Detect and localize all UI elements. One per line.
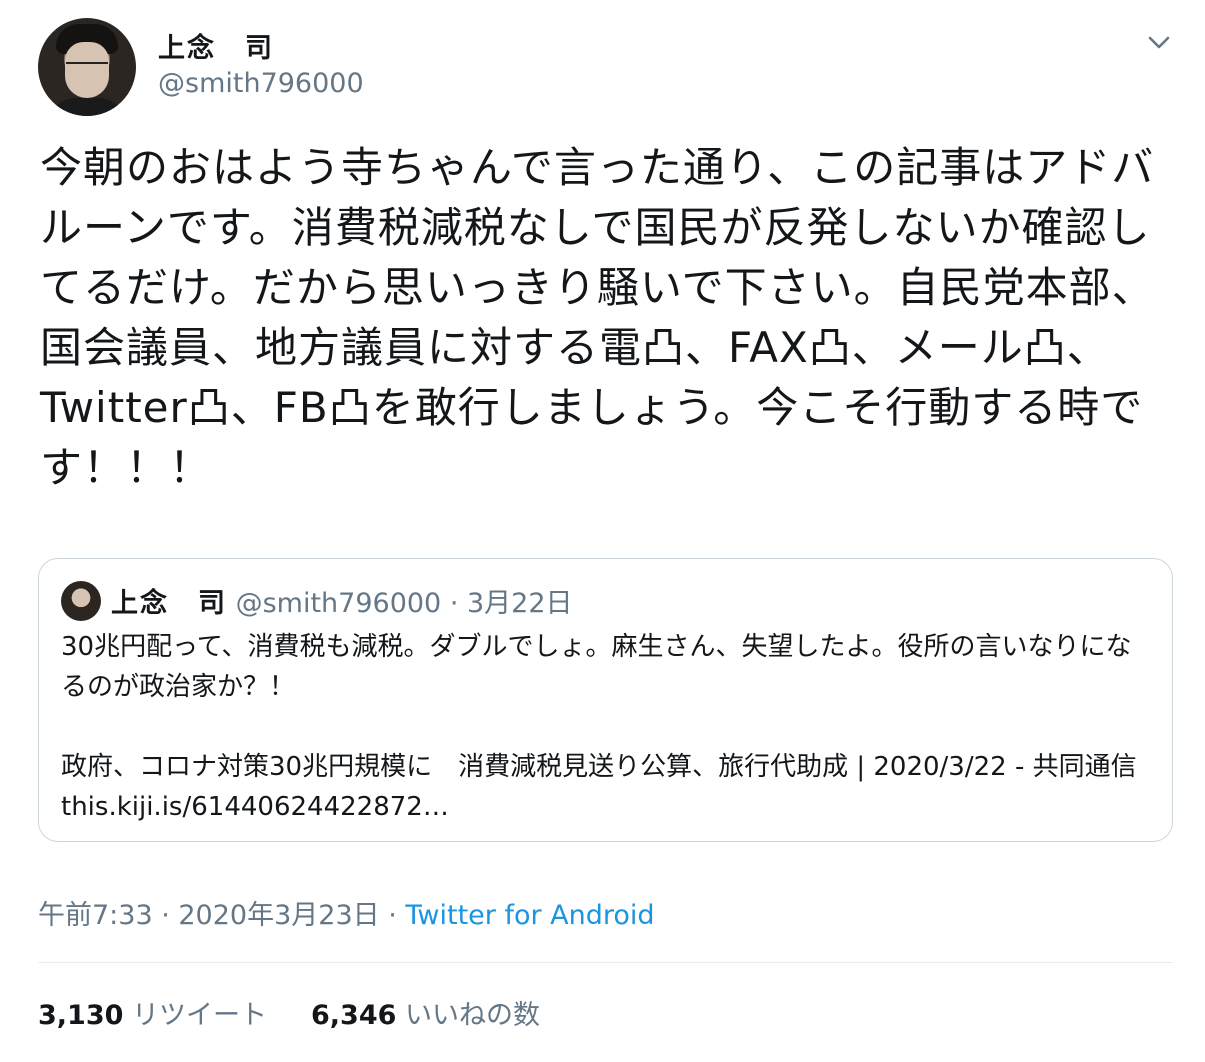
tweet-card: 上念 司 @smith796000 今朝のおはよう寺ちゃんで言った通り、この記事… bbox=[0, 0, 1205, 1062]
quoted-tweet[interactable]: 上念 司 @smith796000 · 3月22日 30兆円配って、消費税も減税… bbox=[38, 558, 1173, 842]
author-avatar[interactable] bbox=[38, 18, 136, 116]
author-handle[interactable]: @smith796000 bbox=[158, 68, 364, 99]
quoted-author-avatar bbox=[61, 581, 101, 621]
tweet-source-link[interactable]: Twitter for Android bbox=[405, 900, 654, 931]
author-display-name[interactable]: 上念 司 bbox=[158, 26, 274, 65]
engagement-stats: 3,130 リツイート 6,346 いいねの数 bbox=[38, 993, 540, 1032]
quoted-author-display-name: 上念 司 bbox=[111, 588, 227, 619]
quoted-tweet-text: 30兆円配って、消費税も減税。ダブルでしょ。麻生さん、失望したよ。役所の言いなり… bbox=[61, 632, 1137, 822]
quoted-separator: · bbox=[441, 588, 467, 619]
retweets-label: リツイート bbox=[123, 1000, 267, 1031]
retweets-stat[interactable]: 3,130 リツイート bbox=[38, 1000, 267, 1031]
quoted-tweet-header: 上念 司 @smith796000 · 3月22日 bbox=[111, 581, 573, 620]
likes-stat[interactable]: 6,346 いいねの数 bbox=[311, 1000, 540, 1031]
likes-count: 6,346 bbox=[311, 1000, 397, 1031]
likes-label: いいねの数 bbox=[396, 1000, 540, 1031]
timestamp-time[interactable]: 午前7:33 · 2020年3月23日 · bbox=[38, 900, 405, 931]
divider bbox=[38, 962, 1173, 963]
quoted-date: 3月22日 bbox=[466, 588, 573, 619]
tweet-timestamp: 午前7:33 · 2020年3月23日 · Twitter for Androi… bbox=[38, 893, 655, 932]
chevron-down-icon[interactable] bbox=[1146, 30, 1172, 56]
retweets-count: 3,130 bbox=[38, 1000, 124, 1031]
quoted-author-handle: @smith796000 bbox=[235, 588, 442, 619]
tweet-text: 今朝のおはよう寺ちゃんで言った通り、この記事はアドバルーンです。消費税減税なしで… bbox=[40, 143, 1155, 492]
